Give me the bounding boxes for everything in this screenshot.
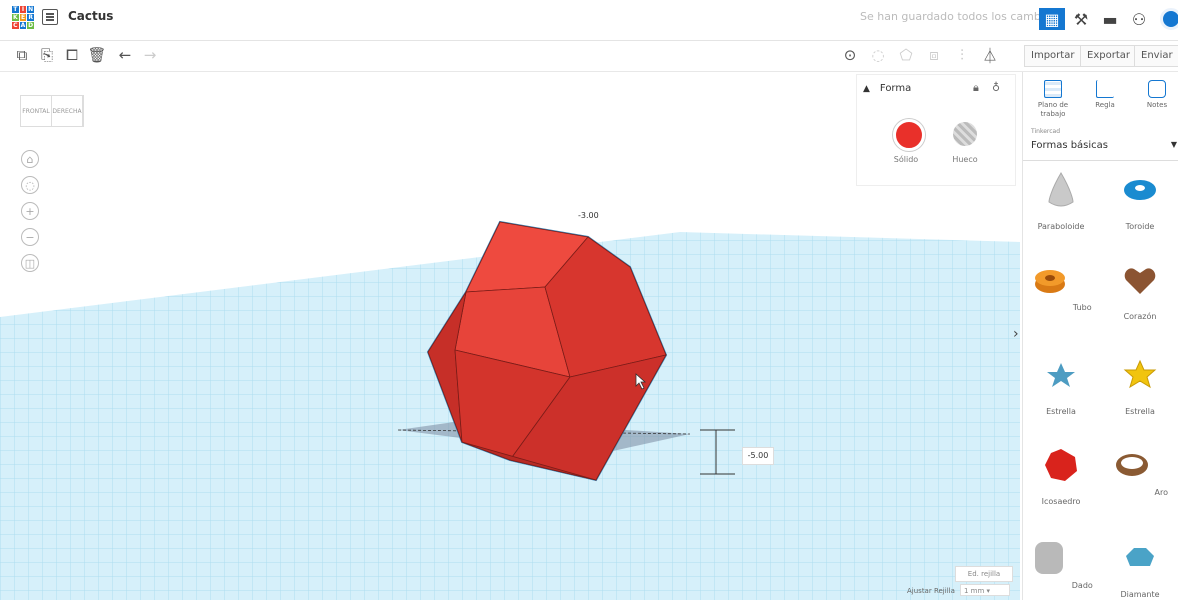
- send-to-button[interactable]: Enviar a: [1134, 45, 1178, 81]
- ruler-tool[interactable]: Regla: [1081, 80, 1129, 110]
- redo-icon[interactable]: →: [140, 45, 160, 65]
- add-user-icon[interactable]: ⚇: [1126, 8, 1152, 30]
- shape-tube[interactable]: Tubo: [1026, 260, 1096, 312]
- paraboloid-icon: [1048, 172, 1074, 207]
- show-all-icon[interactable]: ⊙: [840, 45, 860, 65]
- shape-label: Diamante: [1120, 590, 1160, 599]
- ruler-icon: [1096, 80, 1114, 98]
- shape-icosahedron[interactable]: Icosaedro: [1026, 445, 1096, 506]
- snap-grid-value: 1 mm: [964, 587, 985, 595]
- shapes-sidebar: Plano de trabajo Regla Notes Tinkercad F…: [1022, 72, 1178, 600]
- solid-label: Sólido: [893, 155, 919, 164]
- shape-label: Corazón: [1123, 312, 1157, 321]
- perspective-icon[interactable]: ◫: [21, 254, 39, 272]
- star-icon: [1047, 363, 1075, 387]
- icosahedron-icon: [1045, 449, 1077, 481]
- duplicate-icon[interactable]: ⧠: [62, 45, 82, 65]
- heart-icon: [1124, 268, 1156, 294]
- shape-library-value: Formas básicas: [1031, 140, 1109, 151]
- mirror-icon[interactable]: ⏃: [980, 45, 1000, 65]
- dice-icon: [1035, 542, 1064, 574]
- delete-icon[interactable]: 🗑: [87, 45, 107, 65]
- view-cube-front[interactable]: FRONTAL: [21, 96, 52, 126]
- view-cube-right[interactable]: DERECHA: [52, 96, 83, 126]
- star-icon: [1123, 359, 1157, 389]
- workplane-tool-label: Plano de trabajo: [1037, 101, 1069, 118]
- home-view-icon[interactable]: ⌂: [21, 150, 39, 168]
- shape-inspector: ▲ Forma 🔒︎ ♁ Sólido Hueco: [856, 74, 1016, 186]
- shape-label: Toroide: [1125, 222, 1155, 231]
- hole-swatch[interactable]: [953, 122, 977, 146]
- shape-label: Estrella: [1046, 407, 1076, 416]
- shape-ring[interactable]: Aro: [1105, 445, 1175, 497]
- edit-grid-button[interactable]: Ed. rejilla: [955, 566, 1013, 582]
- dropdown-caret-icon: ▼: [1170, 140, 1177, 149]
- view-cube[interactable]: FRONTAL DERECHA: [20, 95, 84, 127]
- zoom-out-icon[interactable]: −: [21, 228, 39, 246]
- ruler-tool-label: Regla: [1095, 101, 1115, 109]
- lock-icon[interactable]: 🔒︎: [973, 81, 979, 95]
- avatar[interactable]: [1160, 8, 1178, 30]
- copy-icon[interactable]: ⧉: [12, 45, 32, 65]
- library-source: Tinkercad: [1031, 128, 1061, 135]
- design-list-icon[interactable]: [42, 9, 58, 25]
- align-icon[interactable]: ⫶: [952, 45, 972, 65]
- shape-dice[interactable]: Dado: [1026, 538, 1096, 590]
- ungroup-icon[interactable]: ⧈: [924, 45, 944, 65]
- diamond-icon: [1126, 548, 1154, 566]
- tools-icon[interactable]: ⚒: [1068, 8, 1094, 30]
- shape-label: Dado: [1071, 581, 1093, 590]
- height-dimension-input[interactable]: -5.00: [742, 447, 774, 465]
- group-icon[interactable]: ⬠: [896, 45, 916, 65]
- bricks-icon[interactable]: ▬: [1097, 8, 1123, 30]
- export-button[interactable]: Exportar: [1080, 45, 1137, 67]
- shape-inspector-header[interactable]: ▲ Forma: [863, 83, 911, 94]
- shape-label: Icosaedro: [1041, 497, 1081, 506]
- workplane-icon: [1044, 80, 1062, 98]
- paste-icon[interactable]: ⎘: [37, 45, 57, 65]
- edit-toolbar: ⧉ ⎘ ⧠ 🗑 ← → ⊙ ◌ ⬠ ⧈ ⫶ ⏃ Importar Exporta…: [0, 41, 1178, 81]
- snap-grid-select[interactable]: 1 mm ▾: [960, 584, 1010, 596]
- design-title[interactable]: Cactus: [68, 9, 113, 23]
- shape-label: Estrella: [1125, 407, 1155, 416]
- shape-paraboloid[interactable]: Paraboloide: [1026, 170, 1096, 231]
- ring-icon: [1115, 454, 1148, 476]
- note-icon[interactable]: ◌: [868, 45, 888, 65]
- visibility-bulb-icon[interactable]: ♁: [992, 81, 1000, 94]
- fit-view-icon[interactable]: ◌: [21, 176, 39, 194]
- undo-icon[interactable]: ←: [115, 45, 135, 65]
- notes-icon: [1148, 80, 1166, 98]
- tinkercad-logo[interactable]: TIN KER CAD: [12, 6, 34, 29]
- save-status: Se han guardado todos los cambios.: [860, 10, 1060, 23]
- notes-tool-label: Notes: [1146, 101, 1168, 109]
- import-button[interactable]: Importar: [1024, 45, 1082, 67]
- shape-torus[interactable]: Toroide: [1105, 170, 1175, 231]
- shape-star-yellow[interactable]: Estrella: [1105, 355, 1175, 416]
- collapse-panel-chevron-icon[interactable]: ›: [1013, 326, 1019, 342]
- solid-color-swatch[interactable]: [893, 119, 925, 151]
- notes-tool[interactable]: Notes: [1133, 80, 1178, 110]
- hole-label: Hueco: [952, 155, 978, 164]
- shape-library-select[interactable]: Formas básicas ▼: [1031, 140, 1177, 151]
- top-dimension-label[interactable]: -3.00: [578, 211, 599, 220]
- shape-label: Tubo: [1072, 303, 1092, 312]
- 3d-view-icon[interactable]: ▦: [1039, 8, 1065, 30]
- tube-icon: [1035, 270, 1066, 293]
- shape-inspector-title: Forma: [879, 83, 912, 94]
- snap-grid-label: Ajustar Rejilla: [907, 587, 955, 595]
- workplane-tool[interactable]: Plano de trabajo: [1029, 80, 1077, 119]
- collapse-icon[interactable]: ▲: [863, 84, 870, 94]
- shape-label: Aro: [1154, 488, 1169, 497]
- zoom-in-icon[interactable]: +: [21, 202, 39, 220]
- shape-star-blue[interactable]: Estrella: [1026, 355, 1096, 416]
- top-bar: TIN KER CAD Cactus Se han guardado todos…: [0, 0, 1178, 41]
- shape-label: Paraboloide: [1037, 222, 1085, 231]
- shape-diamond[interactable]: Diamante: [1105, 538, 1175, 599]
- shape-heart[interactable]: Corazón: [1105, 260, 1175, 321]
- divider: [1023, 160, 1178, 161]
- torus-icon: [1124, 180, 1156, 200]
